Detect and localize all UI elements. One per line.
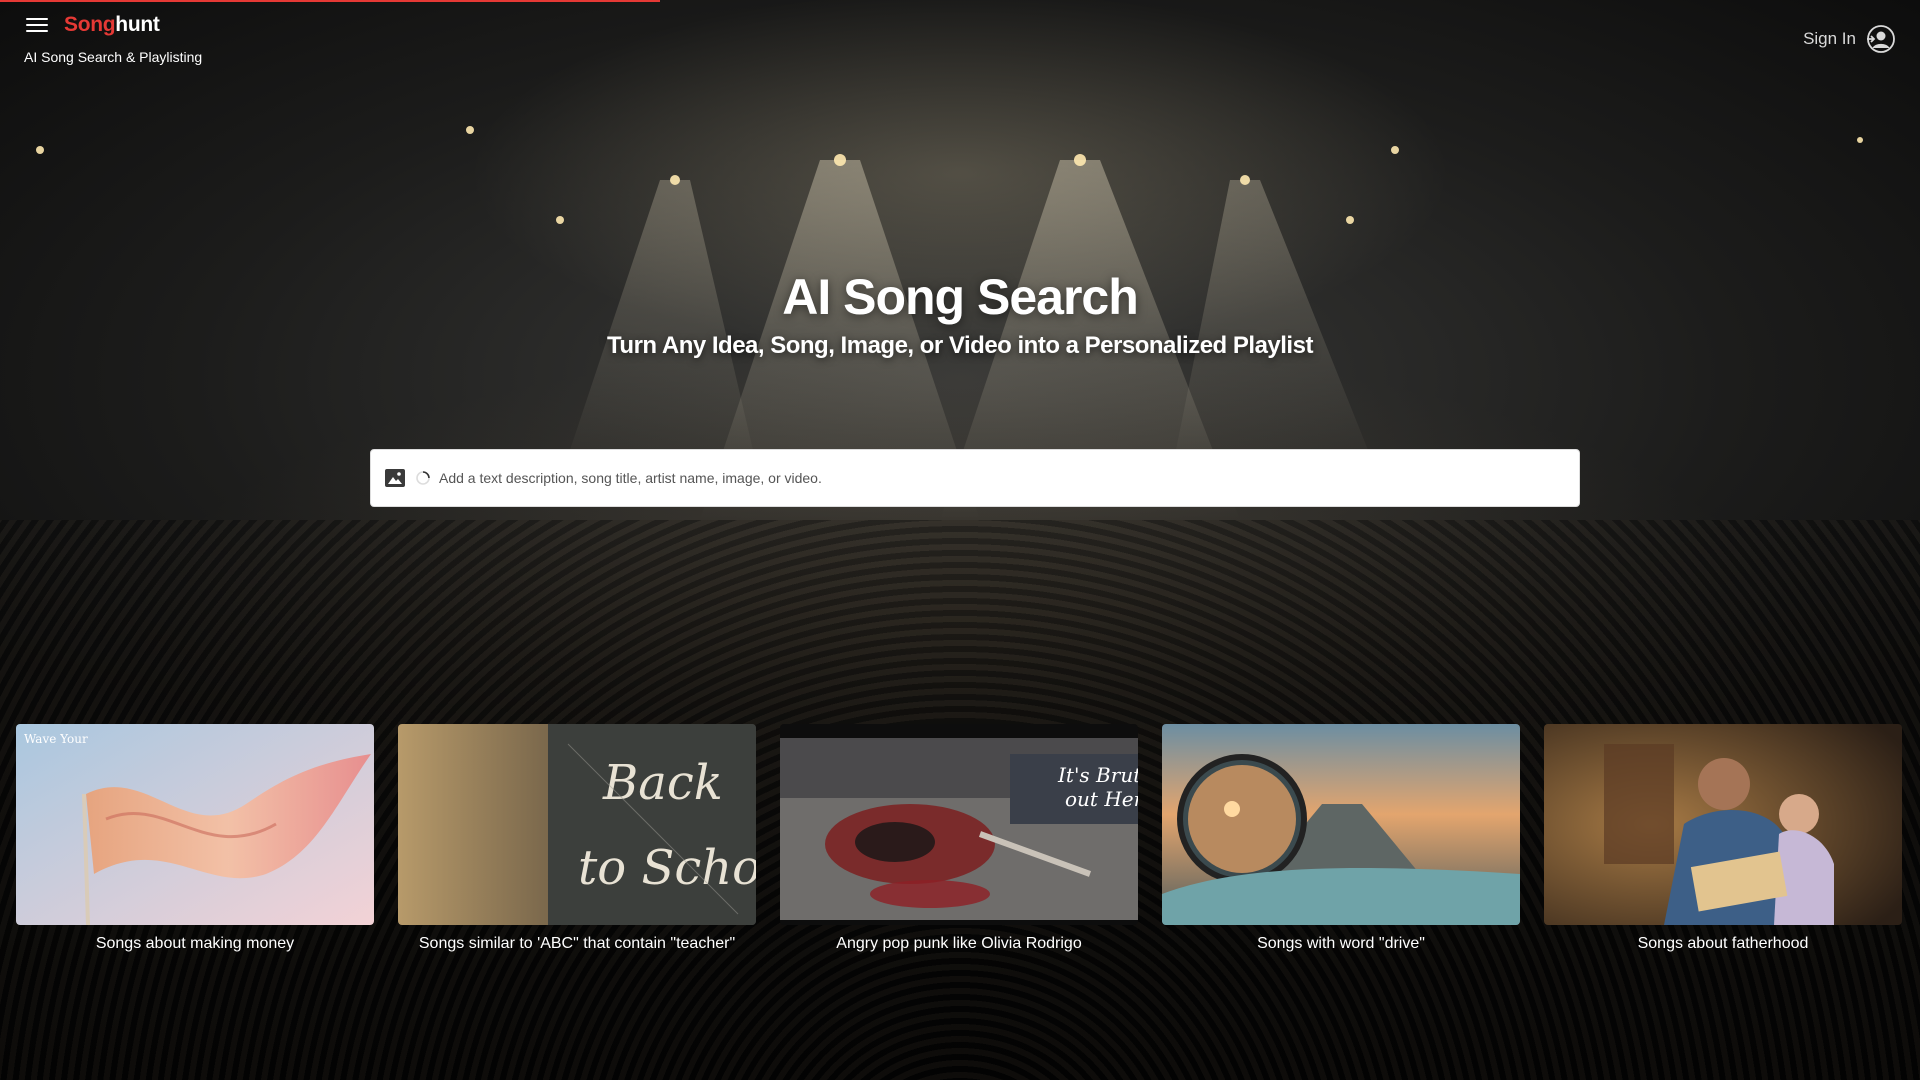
card-thumbnail bbox=[1162, 724, 1520, 925]
search-bar bbox=[370, 449, 1580, 507]
example-searches: Wave Your Songs about making money Back … bbox=[16, 724, 1904, 953]
header: Songhunt AI Song Search & Playlisting Si… bbox=[0, 0, 1920, 80]
svg-text:out Here: out Here bbox=[1065, 787, 1138, 811]
user-circle-icon bbox=[1867, 25, 1895, 53]
page-subtitle: Turn Any Idea, Song, Image, or Video int… bbox=[607, 332, 1313, 359]
svg-text:to School: to School bbox=[578, 840, 756, 896]
sign-in-button[interactable]: Sign In bbox=[1803, 24, 1896, 54]
card-label: Songs similar to 'ABC" that contain "tea… bbox=[418, 935, 736, 952]
page-title: AI Song Search bbox=[782, 269, 1139, 325]
card-thumbnail: Back to School bbox=[398, 724, 756, 925]
image-upload-icon[interactable] bbox=[383, 466, 407, 490]
card-label: Songs about making money bbox=[95, 935, 295, 952]
thumbnail-caption: Wave Your bbox=[24, 732, 88, 746]
card-label: Songs about fatherhood bbox=[1637, 935, 1809, 952]
example-card-teacher[interactable]: Back to School Songs similar to 'ABC" th… bbox=[398, 724, 756, 953]
card-thumbnail: It's Brutal out Here bbox=[780, 724, 1138, 925]
example-card-fatherhood[interactable]: Songs about fatherhood bbox=[1544, 724, 1902, 953]
card-thumbnail bbox=[1544, 724, 1902, 925]
example-card-pop-punk[interactable]: It's Brutal out Here Angry pop punk like… bbox=[780, 724, 1138, 953]
svg-text:It's Brutal: It's Brutal bbox=[1057, 763, 1138, 787]
logo[interactable]: Songhunt bbox=[64, 13, 160, 37]
example-card-making-money[interactable]: Wave Your Songs about making money bbox=[16, 724, 374, 953]
card-label: Songs with word "drive" bbox=[1257, 935, 1425, 952]
sign-in-label: Sign In bbox=[1803, 29, 1856, 48]
logo-hunt: hunt bbox=[115, 13, 160, 36]
example-card-drive[interactable]: Songs with word "drive" bbox=[1162, 724, 1520, 953]
svg-text:Back: Back bbox=[602, 755, 723, 811]
tagline: AI Song Search & Playlisting bbox=[24, 49, 203, 65]
logo-song: Song bbox=[64, 13, 116, 36]
card-thumbnail: Wave Your bbox=[16, 724, 374, 925]
search-input[interactable] bbox=[439, 450, 1579, 506]
card-label: Angry pop punk like Olivia Rodrigo bbox=[836, 935, 1082, 952]
hamburger-menu-icon[interactable] bbox=[26, 14, 48, 36]
loading-spinner-icon bbox=[416, 471, 430, 485]
